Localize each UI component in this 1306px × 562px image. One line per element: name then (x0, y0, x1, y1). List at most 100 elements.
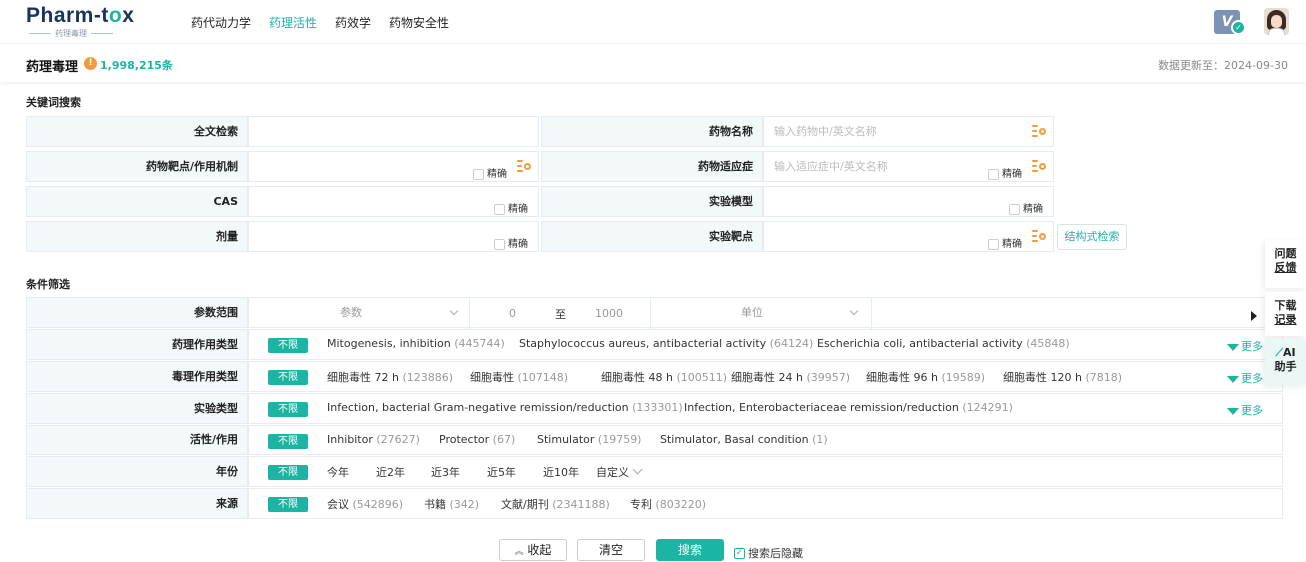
ai-assistant-tab[interactable]: ⟋AI 助手 (1265, 339, 1306, 385)
filter-option[interactable]: 近5年 (487, 464, 516, 480)
filter-option-label: Staphylococcus aureus, antibacterial act… (519, 337, 767, 350)
nav-drug-safety[interactable]: 药物安全性 (389, 14, 449, 31)
range-to-input[interactable]: 1000 (595, 307, 623, 320)
user-avatar[interactable] (1264, 8, 1289, 35)
param-select[interactable]: 参数 (249, 298, 470, 329)
exact-checkbox[interactable]: 精确 (1009, 195, 1043, 224)
filter-option[interactable]: Escherichia coli, antibacterial activity… (817, 337, 1070, 350)
filter-option[interactable]: 细胞毒性 96 h (19589) (866, 369, 985, 385)
more-filter-button[interactable]: 更多 (1227, 338, 1263, 354)
download-records-tab[interactable]: 下载 记录 (1265, 292, 1306, 336)
keyword-section-title: 关键词搜索 (26, 96, 81, 109)
drug-target-label: 药物靶点/作用机制 (26, 151, 248, 182)
range-separator: 至 (555, 308, 566, 321)
nav-pharmacology-activity[interactable]: 药理活性 (269, 14, 317, 31)
filter-option[interactable]: 细胞毒性 72 h (123886) (327, 369, 453, 385)
unit-select[interactable]: 单位 (650, 298, 872, 329)
more-filter-button[interactable]: 更多 (1227, 370, 1263, 386)
list-search-icon[interactable] (1032, 160, 1046, 172)
param-range-label: 参数范围 (26, 297, 248, 328)
pharmtox-logo[interactable]: Pharm-tox 药理毒理 (26, 5, 150, 39)
filter-option[interactable]: Infection, bacterial Gram-negative remis… (327, 401, 683, 414)
filter-option[interactable]: 细胞毒性 48 h (100511) (601, 369, 727, 385)
dose-input[interactable]: 精确 (248, 221, 539, 252)
filter-option[interactable]: Inhibitor (27627) (327, 433, 420, 446)
source-row: 不限 会议 (542896) 书籍 (342) 文献/期刊 (2341188) 专利 (… (248, 488, 1283, 519)
exp-target-label: 实验靶点 (541, 221, 763, 252)
filter-option-label: 近10年 (543, 466, 579, 479)
exact-checkbox[interactable]: 精确 (988, 230, 1022, 259)
exact-checkbox[interactable]: 精确 (473, 160, 507, 189)
collapse-button[interactable]: ︽ 收起 (499, 539, 567, 561)
exact-checkbox[interactable]: 精确 (494, 195, 528, 224)
feedback-tab[interactable]: 问题 反馈 (1265, 240, 1306, 288)
exact-checkbox[interactable]: 精确 (988, 160, 1022, 189)
nav-pharmacokinetics[interactable]: 药代动力学 (191, 14, 251, 31)
structure-search-button[interactable]: 结构式检索 (1057, 224, 1127, 250)
filter-option[interactable]: Stimulator (19759) (537, 433, 641, 446)
filter-option[interactable]: 今年 (327, 464, 349, 480)
filter-option[interactable]: Protector (67) (439, 433, 515, 446)
filter-option[interactable]: 近3年 (431, 464, 460, 480)
exp-model-input[interactable]: 精确 (763, 186, 1054, 217)
filter-option-count: (803220) (652, 498, 707, 511)
info-icon[interactable]: ! (84, 57, 97, 70)
filter-option[interactable]: 近2年 (376, 464, 405, 480)
hide-after-search-checkbox[interactable]: ✓ 搜索后隐藏 (734, 545, 803, 561)
filter-option[interactable]: Staphylococcus aureus, antibacterial act… (519, 337, 813, 350)
fulltext-input[interactable] (248, 116, 539, 147)
unlimited-tag[interactable]: 不限 (268, 370, 308, 385)
filter-option-label: Mitogenesis, inhibition (327, 337, 451, 350)
unlimited-tag[interactable]: 不限 (268, 338, 308, 353)
list-search-icon[interactable] (1032, 125, 1046, 137)
vip-badge-icon[interactable]: V ✓ (1214, 8, 1252, 36)
filter-option[interactable]: Stimulator, Basal condition (1) (660, 433, 828, 446)
chevron-down-icon (632, 464, 643, 475)
nav-pharmacodynamics[interactable]: 药效学 (335, 14, 371, 31)
filter-option-label: 文献/期刊 (501, 498, 549, 511)
search-button[interactable]: 搜索 (656, 539, 724, 561)
filter-option[interactable]: 细胞毒性 120 h (7818) (1003, 369, 1122, 385)
filter-option-label: 细胞毒性 120 h (1003, 371, 1082, 384)
exact-checkbox[interactable]: 精确 (494, 230, 528, 259)
clear-button[interactable]: 清空 (577, 539, 645, 561)
drug-name-input[interactable]: 输入药物中/英文名称 (763, 116, 1054, 147)
filter-option[interactable]: Infection, Enterobacteriaceae remission/… (684, 401, 1013, 414)
list-search-icon[interactable] (517, 160, 531, 172)
filter-option[interactable]: 会议 (542896) (327, 496, 403, 512)
year-label: 年份 (26, 456, 248, 487)
exp-target-input[interactable]: 精确 (763, 221, 1054, 252)
filter-option-label: 细胞毒性 (470, 371, 514, 384)
list-search-icon[interactable] (1032, 230, 1046, 242)
play-icon[interactable] (1251, 311, 1257, 321)
filter-option-count: (124291) (958, 401, 1013, 414)
unlimited-tag[interactable]: 不限 (268, 497, 308, 512)
filter-option[interactable]: 细胞毒性 24 h (39957) (731, 369, 850, 385)
indication-input[interactable]: 输入适应症中/英文名称 精确 (763, 151, 1054, 182)
filter-option-count: (100511) (672, 371, 728, 384)
filter-option-count: (2341188) (548, 498, 610, 511)
filter-option[interactable]: 文献/期刊 (2341188) (501, 496, 610, 512)
filter-option-label: 今年 (327, 466, 349, 479)
cas-input[interactable]: 精确 (248, 186, 539, 217)
param-range-row: 参数 0 至 1000 单位 (248, 297, 1283, 329)
range-from-input[interactable]: 0 (509, 307, 516, 320)
filter-option-label: Inhibitor (327, 433, 373, 446)
filter-option-count: (342) (446, 498, 480, 511)
filter-option[interactable]: 细胞毒性 (107148) (470, 369, 568, 385)
unlimited-tag[interactable]: 不限 (268, 402, 308, 417)
filter-option[interactable]: 自定义 (596, 464, 643, 480)
dose-label: 剂量 (26, 221, 248, 252)
drug-target-input[interactable]: 精确 (248, 151, 539, 182)
unlimited-tag[interactable]: 不限 (268, 434, 308, 449)
filter-option-label: 近3年 (431, 466, 460, 479)
filter-option-count: (445744) (450, 337, 505, 350)
unlimited-tag[interactable]: 不限 (268, 465, 308, 480)
filter-option-count: (1) (808, 433, 828, 446)
filter-option[interactable]: 书籍 (342) (424, 496, 479, 512)
filter-option[interactable]: Mitogenesis, inhibition (445744) (327, 337, 505, 350)
filter-option[interactable]: 近10年 (543, 464, 579, 480)
more-filter-button[interactable]: 更多 (1227, 402, 1263, 418)
filter-option[interactable]: 专利 (803220) (630, 496, 706, 512)
activity-row: 不限 Inhibitor (27627) Protector (67) Stimula… (248, 425, 1283, 455)
